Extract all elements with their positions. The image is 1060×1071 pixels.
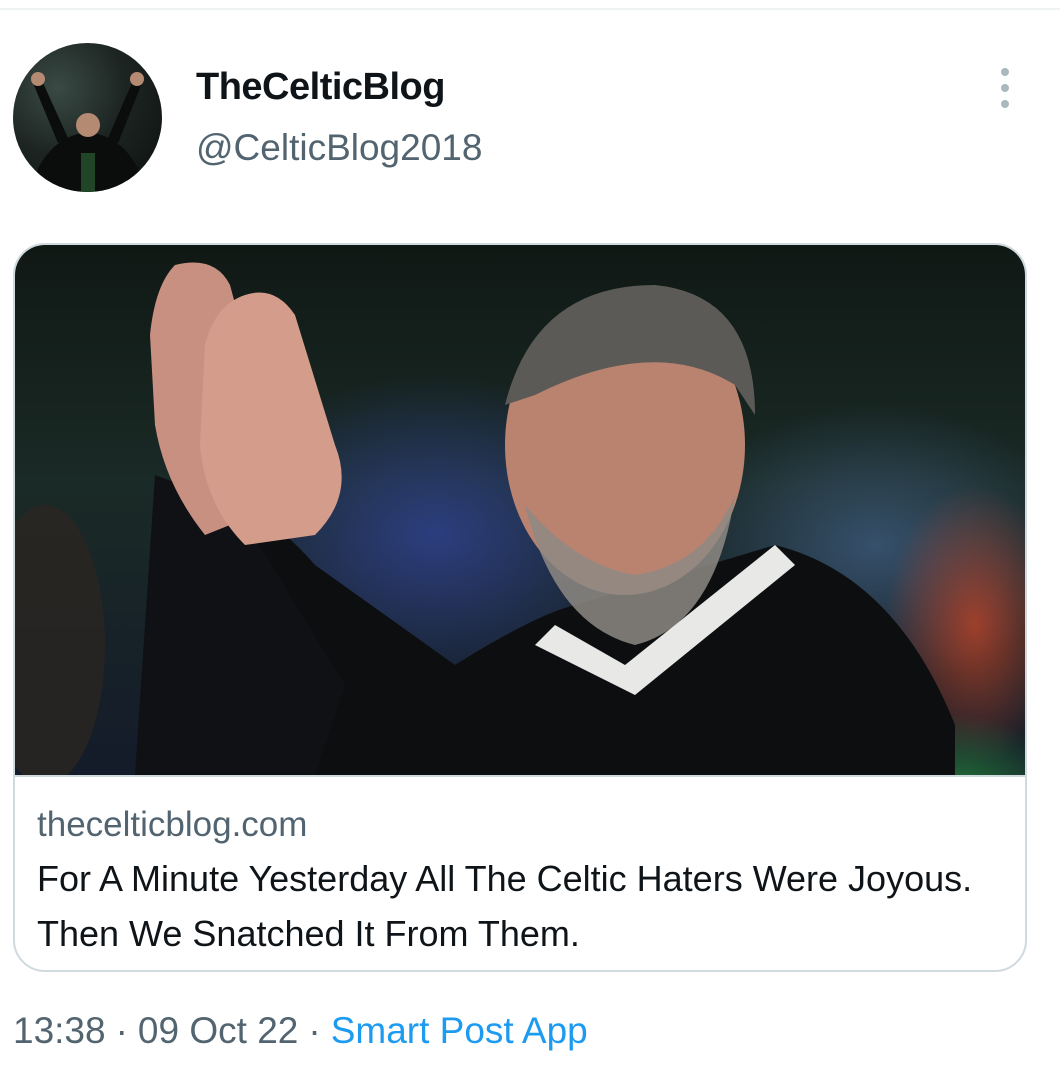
author-handle[interactable]: @CelticBlog2018 bbox=[196, 127, 482, 169]
more-vertical-icon bbox=[1001, 68, 1009, 76]
meta-separator: · bbox=[115, 1010, 128, 1051]
link-card-domain: thecelticblog.com bbox=[37, 805, 308, 844]
more-vertical-icon-dot bbox=[1001, 84, 1009, 92]
tweet-time[interactable]: 13:38 bbox=[13, 1010, 106, 1051]
link-card-image[interactable] bbox=[15, 245, 1025, 775]
card-divider bbox=[15, 775, 1025, 777]
tweet-source-link[interactable]: Smart Post App bbox=[331, 1010, 588, 1051]
link-card-title: For A Minute Yesterday All The Celtic Ha… bbox=[37, 858, 973, 954]
more-options-button[interactable] bbox=[990, 64, 1020, 112]
card-photo bbox=[15, 262, 955, 775]
tweet-date[interactable]: 09 Oct 22 bbox=[138, 1010, 298, 1051]
more-vertical-icon-dot bbox=[1001, 100, 1009, 108]
tweet-meta: 13:38 · 09 Oct 22 · Smart Post App bbox=[13, 1010, 588, 1052]
top-divider bbox=[0, 8, 1060, 10]
link-card[interactable]: thecelticblog.com For A Minute Yesterday… bbox=[13, 243, 1027, 972]
author-display-name[interactable]: TheCelticBlog bbox=[196, 66, 445, 109]
meta-separator-2: · bbox=[308, 1010, 321, 1051]
author-avatar[interactable] bbox=[13, 43, 162, 192]
avatar-photo bbox=[30, 72, 146, 192]
